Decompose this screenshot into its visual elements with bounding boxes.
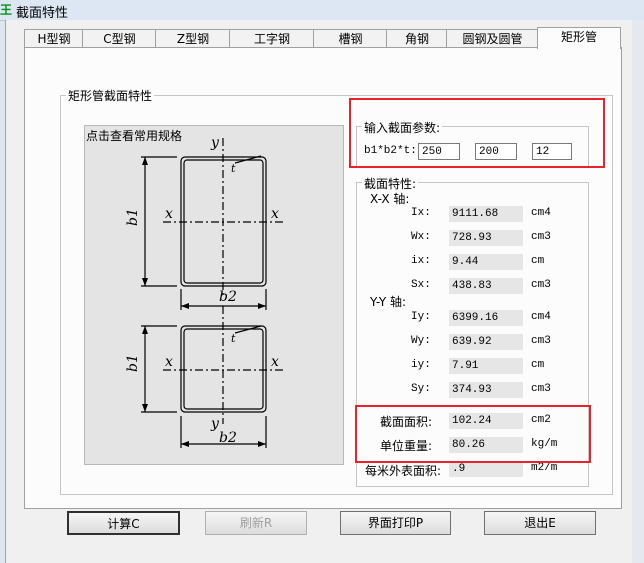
- rx-value: 9.44: [449, 254, 523, 270]
- window-edge: [632, 20, 644, 563]
- section-group-title: 矩形管截面特性: [66, 87, 155, 104]
- diagram-b2-bottom: b2: [219, 430, 237, 446]
- sx-value: 438.83: [449, 278, 523, 294]
- tab-z-steel[interactable]: Z型钢: [155, 29, 231, 48]
- wy-label: Wy:: [411, 335, 431, 347]
- diagram-y-top: y: [210, 135, 220, 151]
- yy-axis-title: Y-Y 轴:: [370, 295, 407, 309]
- iy-unit: cm4: [531, 311, 551, 323]
- ry-unit: cm: [531, 359, 545, 371]
- surface-label: 每米外表面积:: [365, 464, 442, 478]
- diagram-b1-bottom: b1: [125, 354, 141, 372]
- wy-value: 639.92: [449, 334, 523, 350]
- diagram-t-bottom: t: [231, 332, 236, 345]
- wx-unit: cm3: [531, 231, 551, 243]
- sy-unit: cm3: [531, 383, 551, 395]
- tab-i-beam[interactable]: 工字钢: [229, 29, 315, 48]
- sx-label: Sx:: [411, 279, 431, 291]
- ix-label: Ix:: [411, 207, 431, 219]
- sy-value: 374.93: [449, 382, 523, 398]
- app-icon: 王: [0, 3, 13, 17]
- rx-label: ix:: [411, 255, 431, 267]
- ry-label: iy:: [411, 359, 431, 371]
- title-bar: 王 截面特性: [0, 0, 644, 21]
- diagram-t-top: t: [231, 162, 236, 175]
- print-button[interactable]: 界面打印P: [340, 511, 451, 535]
- ix-unit: cm4: [531, 207, 551, 219]
- diagram-x-right-top: x: [271, 206, 279, 222]
- tab-h-steel[interactable]: H型钢: [24, 29, 84, 48]
- rx-unit: cm: [531, 255, 545, 267]
- tab-round[interactable]: 圆钢及圆管: [446, 29, 539, 48]
- diagram-b2-top: b2: [219, 289, 237, 305]
- wx-label: Wx:: [411, 231, 431, 243]
- tab-rect-tube[interactable]: 矩形管: [537, 27, 621, 49]
- section-diagram: y x x t b2 b1 x x t y b2 b1: [125, 135, 285, 448]
- diagram-x-left-bottom: x: [165, 354, 173, 370]
- figure-link-label[interactable]: 点击查看常用规格: [86, 127, 182, 144]
- refresh-button[interactable]: 刷新R: [205, 511, 307, 535]
- ix-value: 9111.68: [449, 206, 523, 222]
- tab-strip: H型钢 C型钢 Z型钢 工字钢 槽钢 角钢 圆钢及圆管 矩形管: [24, 27, 621, 49]
- result-highlight-box: [355, 405, 591, 463]
- wx-value: 728.93: [449, 230, 523, 246]
- tab-angle[interactable]: 角钢: [386, 29, 448, 48]
- section-figure[interactable]: y x x t b2 b1 x x t y b2 b1: [84, 125, 344, 465]
- surface-value: .9: [449, 461, 523, 477]
- calculate-button[interactable]: 计算C: [67, 511, 180, 535]
- window-title: 截面特性: [16, 6, 69, 21]
- tab-c-steel[interactable]: C型钢: [82, 29, 157, 48]
- xx-axis-title: X-X 轴:: [370, 192, 410, 206]
- tab-channel[interactable]: 槽钢: [313, 29, 388, 48]
- diagram-x-left-top: x: [165, 206, 173, 222]
- iy-label: Iy:: [411, 311, 431, 323]
- exit-button[interactable]: 退出E: [484, 511, 596, 535]
- diagram-b1-top: b1: [125, 208, 141, 226]
- sx-unit: cm3: [531, 279, 551, 291]
- diagram-x-right-bottom: x: [271, 354, 279, 370]
- input-highlight-box: [349, 98, 605, 168]
- iy-value: 6399.16: [449, 310, 523, 326]
- ry-value: 7.91: [449, 358, 523, 374]
- sy-label: Sy:: [411, 383, 431, 395]
- surface-unit: m2/m: [531, 462, 558, 474]
- wy-unit: cm3: [531, 335, 551, 347]
